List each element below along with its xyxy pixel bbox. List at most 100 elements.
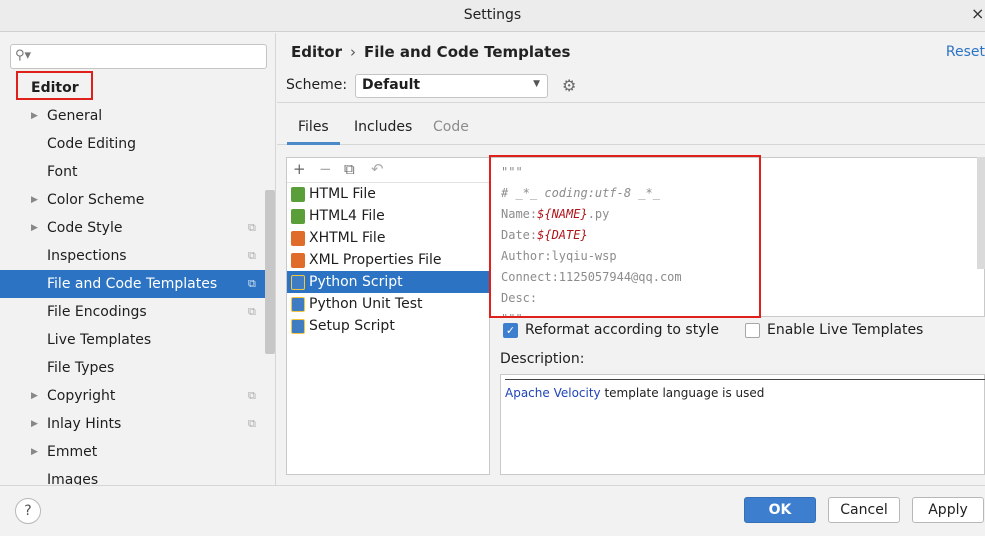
settings-search: ⚲▾: [10, 44, 267, 69]
sidebar-item-font[interactable]: Font: [0, 158, 275, 186]
gear-icon[interactable]: ⚙: [562, 76, 576, 95]
html-file-icon: [291, 209, 305, 224]
title-bar: Settings ×: [0, 0, 985, 32]
sidebar-item-file-encodings[interactable]: File Encodings ⧉: [0, 298, 275, 326]
project-scope-icon: ⧉: [248, 221, 256, 234]
xml-file-icon: [291, 253, 305, 268]
chevron-down-icon: ▼: [533, 79, 540, 89]
apply-button[interactable]: Apply: [912, 497, 984, 523]
search-icon: ⚲▾: [15, 48, 32, 63]
revert-icon[interactable]: ↶: [371, 160, 384, 178]
sidebar-item-label: Emmet: [47, 444, 98, 460]
live-templates-checkbox[interactable]: [745, 323, 760, 338]
sidebar-item-general[interactable]: ▶ General: [0, 102, 275, 130]
project-scope-icon: ⧉: [248, 249, 256, 262]
add-icon[interactable]: +: [293, 160, 306, 178]
reformat-label: Reformat according to style: [525, 322, 719, 338]
expand-arrow-icon[interactable]: ▶: [31, 438, 38, 466]
close-icon[interactable]: ×: [971, 4, 985, 23]
sidebar-item-copyright[interactable]: ▶ Copyright ⧉: [0, 382, 275, 410]
divider: [277, 102, 985, 103]
tab-files[interactable]: Files: [287, 111, 340, 145]
file-list-toolbar: + − ⧉ ↶: [287, 158, 489, 183]
description-body: template language is used: [600, 386, 765, 400]
expand-arrow-icon[interactable]: ▶: [31, 410, 38, 438]
sidebar-item-file-and-code-templates[interactable]: File and Code Templates ⧉: [0, 270, 275, 298]
project-scope-icon: ⧉: [248, 417, 256, 430]
file-item-xhtml-file[interactable]: XHTML File: [287, 227, 489, 249]
file-item-html-file[interactable]: HTML File: [287, 183, 489, 205]
copy-icon[interactable]: ⧉: [344, 160, 355, 178]
expand-arrow-icon[interactable]: ▶: [31, 214, 38, 242]
search-input[interactable]: [37, 47, 262, 66]
description-text: Apache Velocity template language is use…: [505, 386, 764, 400]
sidebar-item-label: Inspections: [47, 248, 127, 264]
sidebar-item-label: Editor: [31, 80, 79, 96]
sidebar-item-label: Live Templates: [47, 332, 152, 348]
sidebar-item-code-style[interactable]: ▶ Code Style ⧉: [0, 214, 275, 242]
python-file-icon: [291, 297, 305, 312]
sidebar-item-label: Font: [47, 164, 78, 180]
expand-arrow-icon[interactable]: ▶: [31, 186, 38, 214]
settings-main-panel: Editor › File and Code Templates Reset Sch…: [277, 33, 985, 485]
project-scope-icon: ⧉: [248, 277, 256, 290]
scheme-select[interactable]: Default ▼: [355, 74, 548, 98]
file-item-label: XML Properties File: [309, 252, 442, 268]
file-item-xml-properties-file[interactable]: XML Properties File: [287, 249, 489, 271]
expand-arrow-icon[interactable]: ▶: [31, 102, 38, 130]
sidebar-item-label: File Types: [47, 360, 115, 376]
file-item-setup-script[interactable]: Setup Script: [287, 315, 489, 337]
file-item-label: HTML4 File: [309, 208, 385, 224]
sidebar-item-label: Color Scheme: [47, 192, 145, 208]
tab-code: Code: [433, 119, 469, 135]
file-item-label: Setup Script: [309, 318, 395, 334]
ok-button[interactable]: OK: [744, 497, 816, 523]
sidebar-item-emmet[interactable]: ▶ Emmet: [0, 438, 275, 466]
file-item-python-script[interactable]: Python Script: [287, 271, 489, 293]
sidebar-item-file-types[interactable]: File Types: [0, 354, 275, 382]
sidebar-item-label: Copyright: [47, 388, 116, 404]
python-file-icon: [291, 319, 305, 334]
settings-sidebar: ⚲▾ Editor ▶ General Code Editing Font ▶ …: [0, 33, 276, 485]
breadcrumb: Editor › File and Code Templates: [291, 43, 570, 61]
project-scope-icon: ⧉: [248, 389, 256, 402]
expand-arrow-icon[interactable]: ▶: [31, 382, 38, 410]
sidebar-item-inspections[interactable]: Inspections ⧉: [0, 242, 275, 270]
file-item-html4-file[interactable]: HTML4 File: [287, 205, 489, 227]
scheme-value: Default: [362, 77, 421, 93]
breadcrumb-separator: ›: [350, 43, 356, 61]
sidebar-item-label: File and Code Templates: [47, 276, 218, 292]
template-tabs: Files Includes Code: [277, 111, 985, 145]
tab-includes[interactable]: Includes: [343, 111, 423, 145]
breadcrumb-editor[interactable]: Editor: [291, 43, 342, 61]
sidebar-item-color-scheme[interactable]: ▶ Color Scheme: [0, 186, 275, 214]
editor-scrollbar[interactable]: [977, 157, 985, 269]
project-scope-icon: ⧉: [248, 305, 256, 318]
xhtml-file-icon: [291, 231, 305, 246]
sidebar-item-inlay-hints[interactable]: ▶ Inlay Hints ⧉: [0, 410, 275, 438]
sidebar-item-live-templates[interactable]: Live Templates: [0, 326, 275, 354]
reformat-checkbox[interactable]: ✓: [503, 323, 518, 338]
remove-icon[interactable]: −: [319, 160, 332, 178]
template-file-list: + − ⧉ ↶ HTML File HTML4 File XHTML File …: [286, 157, 490, 475]
html-file-icon: [291, 187, 305, 202]
sidebar-item-label: Images: [47, 472, 99, 485]
cancel-button[interactable]: Cancel: [828, 497, 900, 523]
sidebar-item-images[interactable]: Images: [0, 466, 275, 485]
sidebar-item-editor[interactable]: Editor: [0, 74, 275, 102]
settings-tree: Editor ▶ General Code Editing Font ▶ Col…: [0, 74, 275, 485]
description-label: Description:: [500, 351, 585, 367]
help-button[interactable]: ?: [15, 498, 41, 524]
sidebar-scrollbar[interactable]: [265, 190, 275, 354]
sidebar-item-label: Code Editing: [47, 136, 137, 152]
apache-velocity-link[interactable]: Apache Velocity: [505, 386, 601, 400]
sidebar-item-label: File Encodings: [47, 304, 147, 320]
reset-link[interactable]: Reset: [946, 44, 985, 60]
file-item-python-unit-test[interactable]: Python Unit Test: [287, 293, 489, 315]
file-item-label: HTML File: [309, 186, 376, 202]
file-item-label: Python Script: [309, 274, 403, 290]
sidebar-item-code-editing[interactable]: Code Editing: [0, 130, 275, 158]
scheme-label: Scheme:: [286, 77, 348, 93]
window-title: Settings: [463, 7, 522, 23]
dialog-button-bar: ? OK Cancel Apply: [0, 485, 985, 536]
